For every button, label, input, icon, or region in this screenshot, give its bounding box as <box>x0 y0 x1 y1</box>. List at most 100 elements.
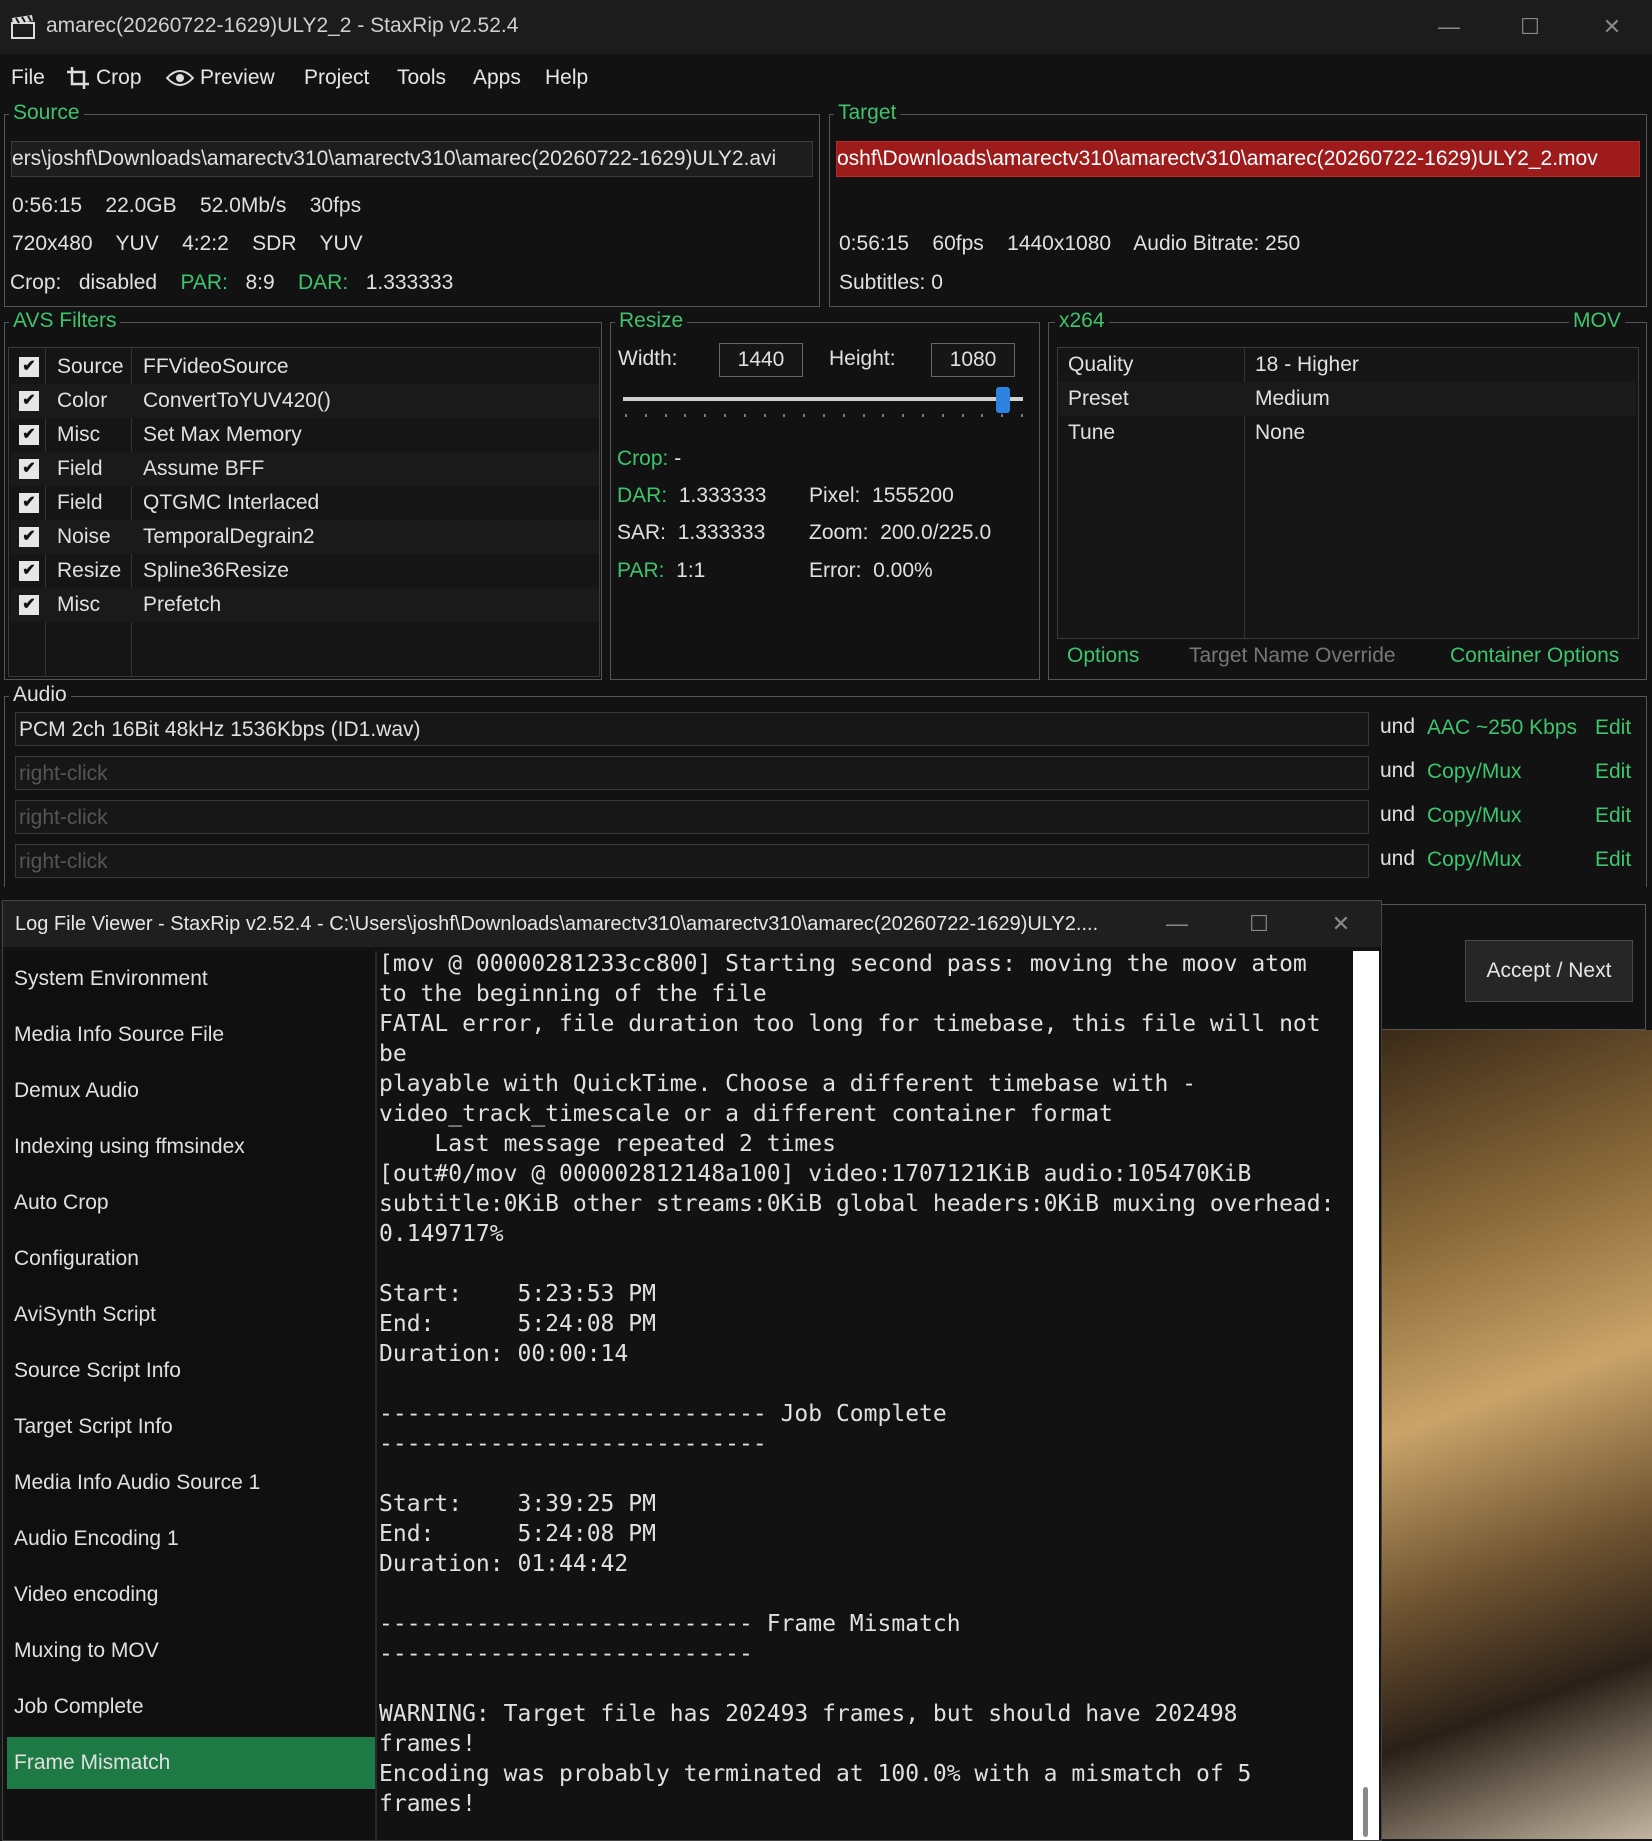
menu-apps[interactable]: Apps <box>473 66 521 90</box>
filter-checkbox[interactable]: ✔ <box>19 425 39 445</box>
filter-row[interactable]: ✔ Misc Set Max Memory <box>11 418 599 452</box>
audio-language[interactable]: und <box>1380 715 1415 739</box>
width-input[interactable]: 1440 <box>719 343 803 377</box>
filter-checkbox[interactable]: ✔ <box>19 527 39 547</box>
encoder-option-row[interactable]: Quality 18 - Higher <box>1058 348 1636 382</box>
filter-checkbox[interactable]: ✔ <box>19 595 39 615</box>
close-button[interactable]: ✕ <box>1590 10 1634 44</box>
resize-dar: DAR: 1.333333 <box>617 484 766 508</box>
minimize-button[interactable]: — <box>1427 10 1471 44</box>
height-input[interactable]: 1080 <box>931 343 1015 377</box>
audio-language[interactable]: und <box>1380 847 1415 871</box>
encoder-option-row[interactable]: Tune None <box>1058 416 1636 450</box>
encoder-option-value[interactable]: 18 - Higher <box>1255 353 1359 377</box>
target-subtitles: Subtitles: 0 <box>839 271 943 294</box>
filter-checkbox[interactable]: ✔ <box>19 561 39 581</box>
menu-tools[interactable]: Tools <box>397 66 446 90</box>
source-group: Source ers\joshf\Downloads\amarectv310\a… <box>4 101 820 307</box>
filter-checkbox[interactable]: ✔ <box>19 493 39 513</box>
filter-checkbox[interactable]: ✔ <box>19 459 39 479</box>
log-section-item[interactable]: Video encoding <box>7 1569 375 1621</box>
audio-codec-link[interactable]: Copy/Mux <box>1427 804 1522 828</box>
log-scrollbar[interactable] <box>1353 951 1379 1840</box>
accept-next-button[interactable]: Accept / Next <box>1465 940 1633 1002</box>
log-scrollbar-thumb[interactable] <box>1363 1787 1368 1837</box>
log-section-item[interactable]: Frame Mismatch <box>7 1737 375 1789</box>
encoder-legend[interactable]: x264 <box>1055 309 1109 333</box>
log-section-item[interactable]: System Environment <box>7 953 375 1005</box>
log-close-button[interactable]: ✕ <box>1319 907 1363 941</box>
target-legend: Target <box>834 101 901 125</box>
audio-file-field[interactable]: PCM 2ch 16Bit 48kHz 1536Kbps (ID1.wav) <box>15 712 1369 746</box>
target-name-override-link[interactable]: Target Name Override <box>1189 644 1396 668</box>
menu-project[interactable]: Project <box>304 66 369 90</box>
slider-tick <box>842 414 845 417</box>
source-path-field[interactable]: ers\joshf\Downloads\amarectv310\amarectv… <box>11 141 813 177</box>
log-section-item[interactable]: Job Complete <box>7 1681 375 1733</box>
menu-crop[interactable]: Crop <box>66 66 142 90</box>
log-section-item[interactable]: Configuration <box>7 1233 375 1285</box>
filter-row[interactable]: ✔ Resize Spline36Resize <box>11 554 599 588</box>
audio-edit-link[interactable]: Edit <box>1595 804 1631 828</box>
encoder-option-row[interactable]: Preset Medium <box>1058 382 1636 416</box>
target-fps: 60fps <box>932 232 984 255</box>
encoder-group: x264 MOV Quality 18 - Higher Preset Medium T… <box>1048 309 1647 680</box>
audio-codec-link[interactable]: Copy/Mux <box>1427 848 1522 872</box>
filter-checkbox[interactable]: ✔ <box>19 391 39 411</box>
log-sections-list[interactable]: System Environment Media Info Source File… <box>7 951 377 1840</box>
log-section-item[interactable]: Demux Audio <box>7 1065 375 1117</box>
audio-codec-link[interactable]: AAC ~250 Kbps <box>1427 716 1577 740</box>
log-section-item[interactable]: Source Script Info <box>7 1345 375 1397</box>
audio-edit-link[interactable]: Edit <box>1595 716 1631 740</box>
slider-tick <box>823 414 825 417</box>
log-section-item[interactable]: Audio Encoding 1 <box>7 1513 375 1565</box>
encoder-option-value[interactable]: None <box>1255 421 1305 445</box>
options-link[interactable]: Options <box>1067 644 1139 668</box>
target-duration: 0:56:15 <box>839 232 910 255</box>
log-title-bar: Log File Viewer - StaxRip v2.52.4 - C:\U… <box>3 901 1381 947</box>
source-resolution: 720x480 <box>12 232 93 255</box>
target-path-field[interactable]: oshf\Downloads\amarectv310\amarectv310\a… <box>836 141 1640 177</box>
filter-category: Source <box>57 355 124 378</box>
audio-language[interactable]: und <box>1380 759 1415 783</box>
menu-bar: File Crop Preview Project Tools Apps Hel… <box>0 54 1652 100</box>
filter-row[interactable]: ✔ Field QTGMC Interlaced <box>11 486 599 520</box>
menu-file[interactable]: File <box>11 66 45 90</box>
encoder-option-value[interactable]: Medium <box>1255 387 1330 411</box>
encoder-option-key: Preset <box>1068 387 1129 410</box>
filter-row[interactable]: ✔ Source FFVideoSource <box>11 350 599 384</box>
maximize-button[interactable]: ☐ <box>1508 10 1552 44</box>
audio-edit-link[interactable]: Edit <box>1595 848 1631 872</box>
resize-crop-label: Crop: <box>617 447 669 470</box>
log-minimize-button[interactable]: — <box>1155 907 1199 941</box>
menu-help[interactable]: Help <box>545 66 588 90</box>
filter-checkbox[interactable]: ✔ <box>19 357 39 377</box>
log-section-item[interactable]: Target Script Info <box>7 1401 375 1453</box>
filter-row[interactable]: ✔ Field Assume BFF <box>11 452 599 486</box>
resize-slider-thumb[interactable] <box>996 387 1010 413</box>
audio-language[interactable]: und <box>1380 803 1415 827</box>
filter-row[interactable]: ✔ Noise TemporalDegrain2 <box>11 520 599 554</box>
audio-file-field[interactable]: right-click <box>15 844 1369 878</box>
log-section-item[interactable]: Media Info Audio Source 1 <box>7 1457 375 1509</box>
log-section-item[interactable]: Auto Crop <box>7 1177 375 1229</box>
audio-file-field[interactable]: right-click <box>15 756 1369 790</box>
log-section-item[interactable]: Muxing to MOV <box>7 1625 375 1677</box>
log-section-item[interactable]: Indexing using ffmsindex <box>7 1121 375 1173</box>
resize-slider-track[interactable] <box>623 397 1023 401</box>
source-size: 22.0GB <box>105 194 177 217</box>
container-options-link[interactable]: Container Options <box>1450 644 1619 668</box>
container-legend[interactable]: MOV <box>1569 309 1625 333</box>
filter-row[interactable]: ✔ Misc Prefetch <box>11 588 599 622</box>
menu-preview[interactable]: Preview <box>166 66 275 90</box>
log-section-item[interactable]: AviSynth Script <box>7 1289 375 1341</box>
audio-file-field[interactable]: right-click <box>15 800 1369 834</box>
audio-codec-link[interactable]: Copy/Mux <box>1427 760 1522 784</box>
filter-row[interactable]: ✔ Color ConvertToYUV420() <box>11 384 599 418</box>
audio-edit-link[interactable]: Edit <box>1595 760 1631 784</box>
audio-group: Audio PCM 2ch 16Bit 48kHz 1536Kbps (ID1.… <box>4 683 1647 887</box>
log-maximize-button[interactable]: ☐ <box>1237 907 1281 941</box>
log-section-item[interactable]: Media Info Source File <box>7 1009 375 1061</box>
log-content[interactable]: [mov @ 00000281233cc800] Starting second… <box>379 949 1349 1840</box>
target-group: Target oshf\Downloads\amarectv310\amarec… <box>829 101 1647 307</box>
